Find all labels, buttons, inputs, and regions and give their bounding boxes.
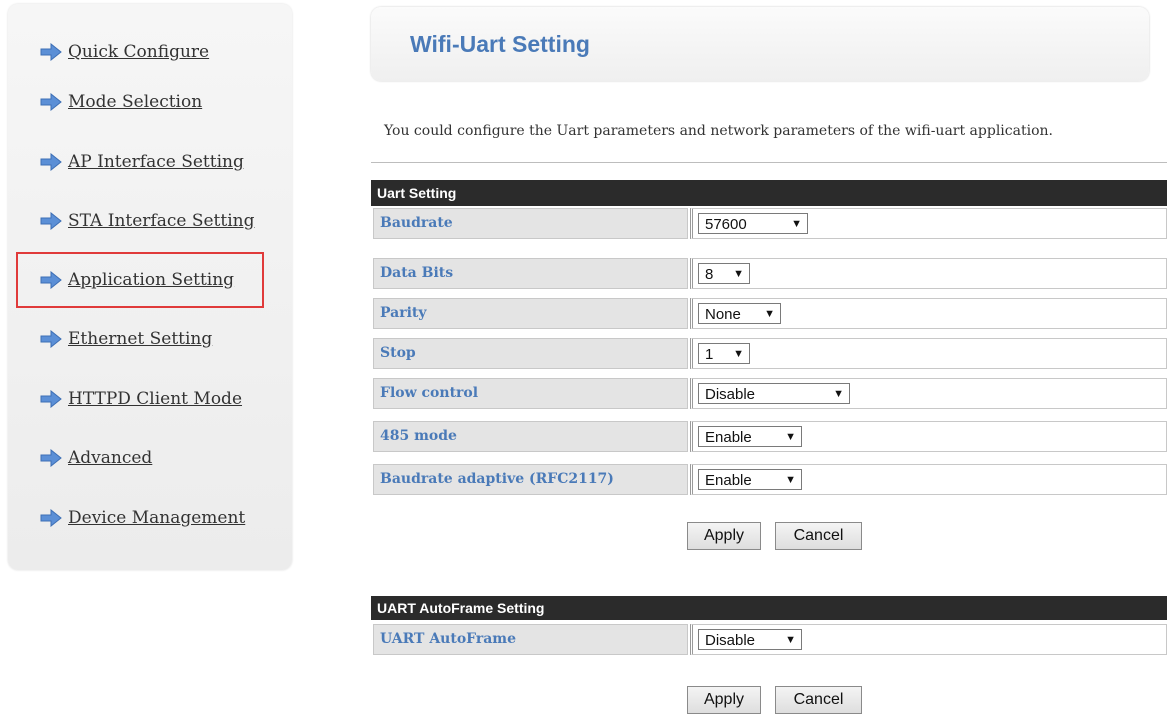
sidebar-nav: Quick Configure Mode Selection AP Interf… xyxy=(8,4,292,570)
value-cell: Enable ▼ xyxy=(690,421,1167,452)
table-row: Stop 1 ▼ xyxy=(371,336,1167,371)
sidebar-item-label: AP Interface Setting xyxy=(68,152,244,172)
value-cell: Disable ▼ xyxy=(690,624,1167,655)
sidebar-item-label: Device Management xyxy=(68,508,246,528)
select-value: Disable xyxy=(705,386,756,403)
uart-cancel-button[interactable]: Cancel xyxy=(775,522,862,550)
flow-control-label: Flow control xyxy=(373,378,688,409)
parity-label: Parity xyxy=(373,298,688,329)
uart-autoframe-label: UART AutoFrame xyxy=(373,624,688,655)
baudrate-adaptive-label: Baudrate adaptive (RFC2117) xyxy=(373,464,688,495)
sidebar-item-advanced[interactable]: Advanced xyxy=(40,444,152,472)
value-cell: Disable ▼ xyxy=(690,378,1167,409)
right-arrow-icon xyxy=(40,153,62,171)
table-row: Baudrate adaptive (RFC2117) Enable ▼ xyxy=(371,462,1167,497)
caret-down-icon: ▼ xyxy=(785,634,796,646)
caret-down-icon: ▼ xyxy=(733,348,744,360)
caret-down-icon: ▼ xyxy=(791,218,802,230)
caret-down-icon: ▼ xyxy=(785,474,796,486)
sidebar-item-label: Ethernet Setting xyxy=(68,329,213,349)
page-title: Wifi-Uart Setting xyxy=(410,31,590,57)
stop-label: Stop xyxy=(373,338,688,369)
right-arrow-icon xyxy=(40,43,62,61)
485-mode-select[interactable]: Enable ▼ xyxy=(698,426,802,447)
sidebar-item-mode-selection[interactable]: Mode Selection xyxy=(40,88,202,116)
autoframe-apply-button[interactable]: Apply xyxy=(687,686,761,714)
divider xyxy=(371,162,1167,163)
uart-apply-button[interactable]: Apply xyxy=(687,522,761,550)
right-arrow-icon xyxy=(40,271,62,289)
autoframe-cancel-button[interactable]: Cancel xyxy=(775,686,862,714)
right-arrow-icon xyxy=(40,93,62,111)
select-value: 1 xyxy=(705,346,714,363)
uart-autoframe-select[interactable]: Disable ▼ xyxy=(698,629,802,650)
uart-setting-header: Uart Setting xyxy=(371,180,1167,206)
select-value: Enable xyxy=(705,429,752,446)
data-bits-select[interactable]: 8 ▼ xyxy=(698,263,750,284)
table-row: 485 mode Enable ▼ xyxy=(371,419,1167,454)
parity-select[interactable]: None ▼ xyxy=(698,303,781,324)
select-value: Disable xyxy=(705,632,756,649)
sidebar-item-label: Mode Selection xyxy=(68,92,203,112)
autoframe-setting-header: UART AutoFrame Setting xyxy=(371,596,1167,620)
value-cell: Enable ▼ xyxy=(690,464,1167,495)
stop-select[interactable]: 1 ▼ xyxy=(698,343,750,364)
sidebar-item-httpd-client-mode[interactable]: HTTPD Client Mode xyxy=(40,385,242,413)
sidebar-item-label: Advanced xyxy=(68,448,153,468)
sidebar-item-ap-interface-setting[interactable]: AP Interface Setting xyxy=(40,148,244,176)
right-arrow-icon xyxy=(40,509,62,527)
page-title-box: Wifi-Uart Setting xyxy=(371,7,1149,81)
sidebar-item-label: Quick Configure xyxy=(68,42,210,62)
right-arrow-icon xyxy=(40,449,62,467)
select-value: None xyxy=(705,306,741,323)
select-value: 8 xyxy=(705,266,714,283)
caret-down-icon: ▼ xyxy=(833,388,844,400)
baudrate-label: Baudrate xyxy=(373,208,688,239)
sidebar-item-ethernet-setting[interactable]: Ethernet Setting xyxy=(40,325,212,353)
sidebar-item-label: HTTPD Client Mode xyxy=(68,389,243,409)
caret-down-icon: ▼ xyxy=(764,308,775,320)
right-arrow-icon xyxy=(40,330,62,348)
table-row: Flow control Disable ▼ xyxy=(371,376,1167,411)
sidebar-item-quick-configure[interactable]: Quick Configure xyxy=(40,38,209,66)
value-cell: None ▼ xyxy=(690,298,1167,329)
data-bits-label: Data Bits xyxy=(373,258,688,289)
caret-down-icon: ▼ xyxy=(785,431,796,443)
sidebar-item-label: Application Setting xyxy=(68,270,235,290)
485-mode-label: 485 mode xyxy=(373,421,688,452)
flow-control-select[interactable]: Disable ▼ xyxy=(698,383,850,404)
table-row: UART AutoFrame Disable ▼ xyxy=(371,622,1167,657)
right-arrow-icon xyxy=(40,390,62,408)
table-row: Parity None ▼ xyxy=(371,296,1167,331)
baudrate-select[interactable]: 57600 ▼ xyxy=(698,213,808,234)
table-row: Data Bits 8 ▼ xyxy=(371,256,1167,291)
table-row: Baudrate 57600 ▼ xyxy=(371,206,1167,241)
select-value: Enable xyxy=(705,472,752,489)
sidebar-item-sta-interface-setting[interactable]: STA Interface Setting xyxy=(40,207,254,235)
right-arrow-icon xyxy=(40,212,62,230)
value-cell: 57600 ▼ xyxy=(690,208,1167,239)
value-cell: 8 ▼ xyxy=(690,258,1167,289)
baudrate-adaptive-select[interactable]: Enable ▼ xyxy=(698,469,802,490)
value-cell: 1 ▼ xyxy=(690,338,1167,369)
sidebar-item-label: STA Interface Setting xyxy=(68,211,255,231)
sidebar-item-device-management[interactable]: Device Management xyxy=(40,504,245,532)
select-value: 57600 xyxy=(705,216,747,233)
page-description: You could configure the Uart parameters … xyxy=(384,123,1053,139)
sidebar-item-application-setting[interactable]: Application Setting xyxy=(16,252,264,308)
caret-down-icon: ▼ xyxy=(733,268,744,280)
